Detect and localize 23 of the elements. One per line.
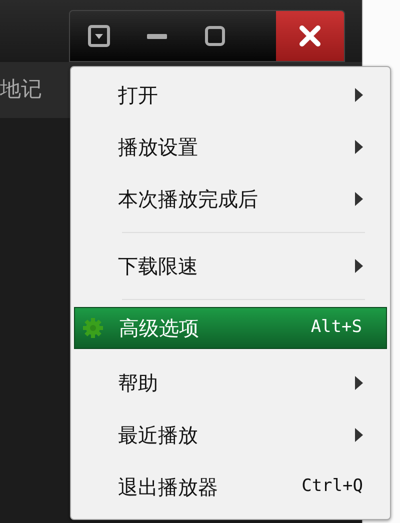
- tab-label[interactable]: 地记: [0, 74, 42, 106]
- submenu-arrow-icon: [355, 140, 363, 154]
- gear-icon: [81, 316, 105, 340]
- menu-item[interactable]: 最近播放: [74, 409, 387, 461]
- menu-item[interactable]: 高级选项 Alt+S: [74, 307, 387, 349]
- submenu-arrow-icon: [355, 376, 363, 390]
- minimize-icon: [147, 34, 167, 38]
- menu-item[interactable]: 帮助: [74, 357, 387, 409]
- close-icon: [299, 25, 321, 47]
- menu-item[interactable]: 本次播放完成后: [74, 173, 387, 225]
- submenu-arrow-icon: [355, 259, 363, 273]
- close-button[interactable]: [276, 11, 344, 61]
- menu-item[interactable]: 下载限速: [74, 240, 387, 292]
- menu-item[interactable]: 播放设置: [74, 121, 387, 173]
- menu-item[interactable]: 打开: [74, 69, 387, 121]
- maximize-icon: [205, 26, 225, 46]
- shortcut-label: Alt+S: [310, 316, 362, 340]
- dropdown-icon: [88, 25, 110, 47]
- submenu-arrow-icon: [355, 88, 363, 102]
- submenu-arrow-icon: [355, 428, 363, 442]
- menu-item[interactable]: 退出播放器 Ctrl+Q: [74, 461, 387, 513]
- shortcut-label: Ctrl+Q: [302, 475, 363, 498]
- submenu-arrow-icon: [355, 192, 363, 206]
